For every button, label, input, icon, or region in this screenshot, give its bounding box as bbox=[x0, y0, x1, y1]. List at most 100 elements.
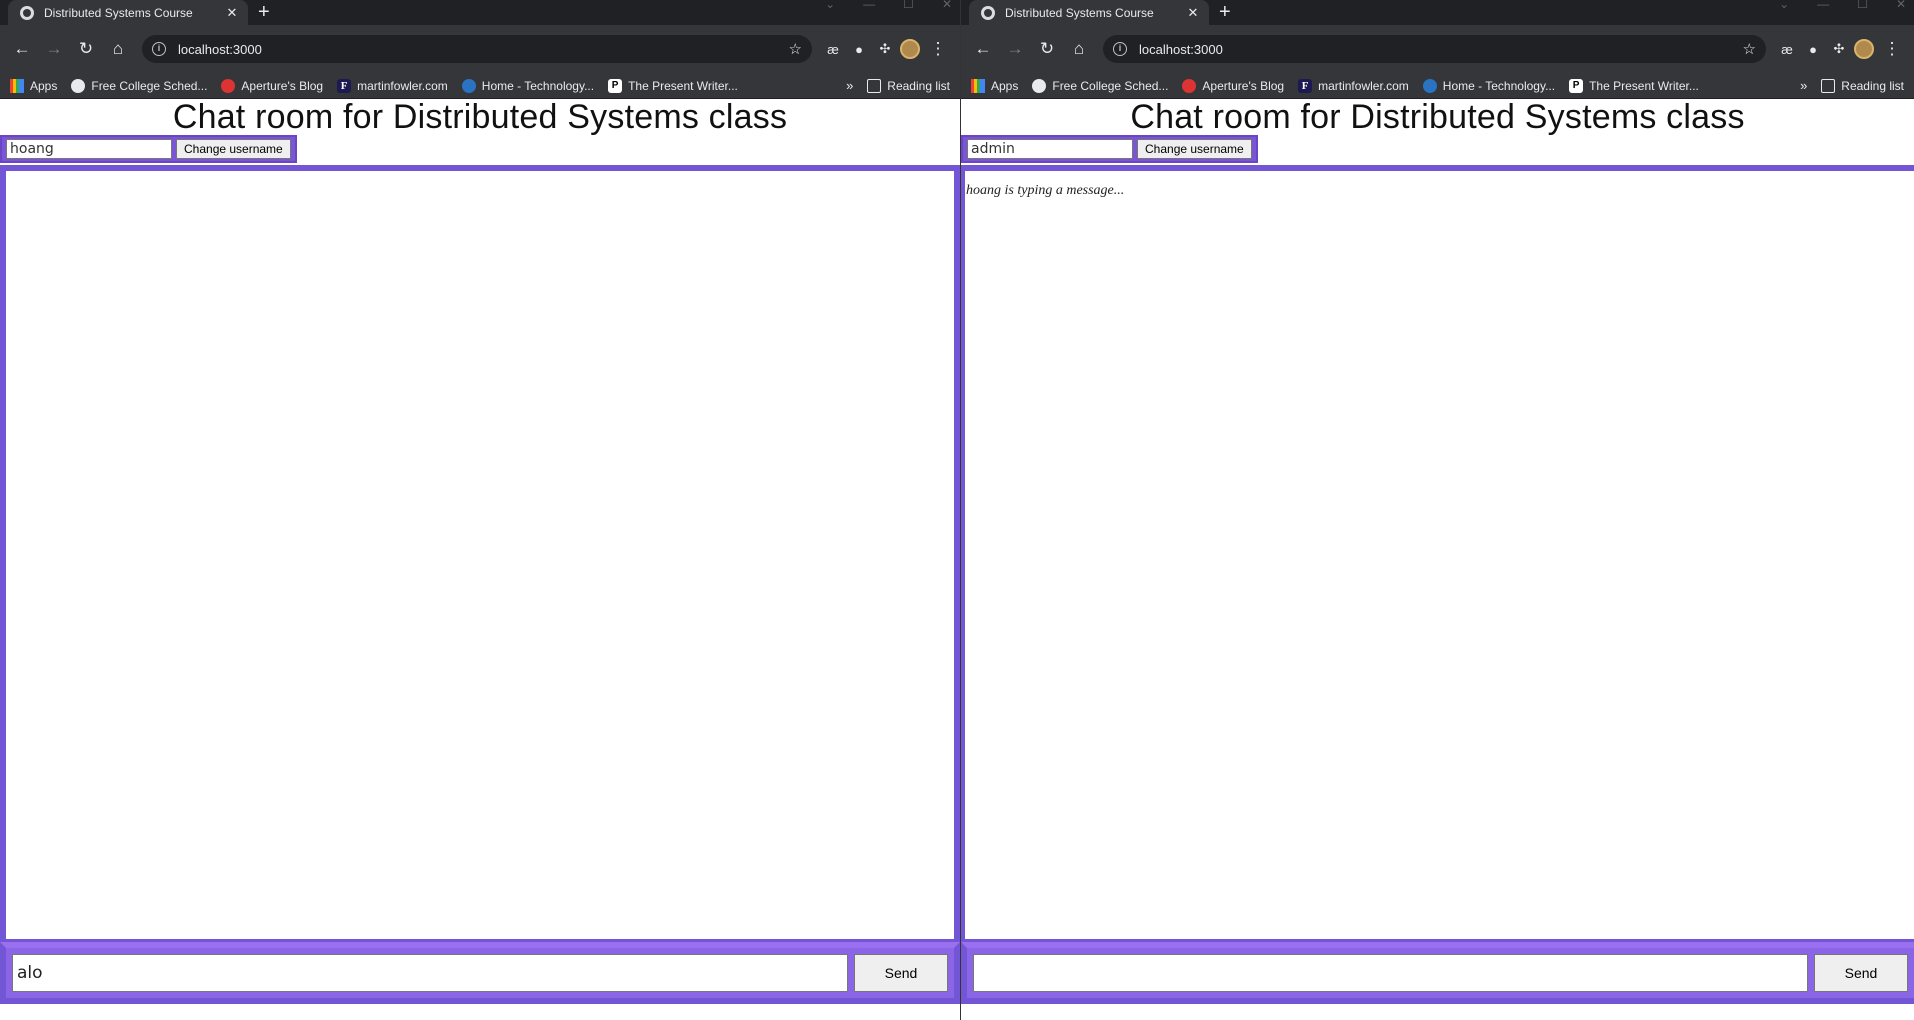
site-info-icon[interactable]: i bbox=[1113, 42, 1127, 56]
address-bar[interactable]: i localhost:3000 ☆ bbox=[1103, 35, 1766, 63]
username-input[interactable] bbox=[967, 139, 1133, 159]
globe-icon bbox=[981, 5, 995, 20]
star-icon[interactable]: ☆ bbox=[789, 40, 802, 58]
close-window-icon[interactable]: ✕ bbox=[1896, 0, 1906, 10]
message-input[interactable] bbox=[973, 954, 1808, 992]
typing-indicator: hoang is typing a message... bbox=[966, 183, 1125, 198]
bookmark-fowler[interactable]: Fmartinfowler.com bbox=[1298, 78, 1409, 93]
address-bar[interactable]: i localhost:3000 ☆ bbox=[142, 35, 812, 63]
fowler-f-icon: F bbox=[337, 78, 352, 93]
browser-tab[interactable]: Distributed Systems Course ✕ bbox=[8, 0, 248, 25]
browser-tab[interactable]: Distributed Systems Course ✕ bbox=[969, 0, 1209, 25]
bookmark-writer[interactable]: P The Present Writer... bbox=[608, 78, 738, 93]
change-username-button[interactable]: Change username bbox=[1137, 139, 1252, 159]
technology-icon bbox=[461, 78, 476, 93]
extension-cookie-icon[interactable]: ● bbox=[1802, 38, 1824, 60]
reload-icon[interactable]: ↻ bbox=[1033, 35, 1061, 63]
star-icon[interactable]: ☆ bbox=[1743, 40, 1756, 58]
username-bar: Change username bbox=[0, 135, 297, 163]
bookmark-apps[interactable]: Apps bbox=[971, 78, 1018, 93]
new-tab-button[interactable]: + bbox=[258, 1, 270, 23]
extension-ae-icon[interactable]: æ bbox=[1776, 38, 1798, 60]
chat-page: Chat room for Distributed Systems class … bbox=[0, 99, 960, 1020]
bookmark-apps[interactable]: Apps bbox=[10, 78, 57, 93]
send-button[interactable]: Send bbox=[1814, 954, 1908, 992]
minimize-icon[interactable]: — bbox=[1817, 0, 1829, 10]
technology-icon bbox=[1422, 78, 1437, 93]
bookmarks-bar: Apps Free College Sched... Aperture's Bl… bbox=[0, 73, 960, 99]
reading-list-button[interactable]: Reading list bbox=[867, 78, 950, 93]
profile-avatar[interactable] bbox=[900, 39, 920, 59]
bookmarks-overflow-button[interactable]: » bbox=[1800, 78, 1807, 93]
browser-toolbar: ← → ↻ ⌂ i localhost:3000 ☆ æ ● ✣ ⋮ bbox=[961, 25, 1914, 73]
aperture-icon bbox=[1182, 78, 1197, 93]
url-text: localhost:3000 bbox=[178, 41, 262, 57]
username-bar: Change username bbox=[961, 135, 1258, 163]
reading-list-icon bbox=[867, 78, 882, 93]
kebab-menu-icon[interactable]: ⋮ bbox=[924, 35, 952, 63]
chat-page: Chat room for Distributed Systems class … bbox=[961, 99, 1914, 1020]
bookmark-aperture[interactable]: Aperture's Blog bbox=[221, 78, 323, 93]
writer-p-icon: P bbox=[1569, 78, 1584, 93]
browser-window-left: Distributed Systems Course ✕ + ⌄ — ☐ ✕ ←… bbox=[0, 0, 960, 1020]
fowler-f-icon: F bbox=[1298, 78, 1313, 93]
window-controls: ⌄ — ☐ ✕ bbox=[825, 0, 952, 10]
apps-grid-icon bbox=[971, 78, 985, 93]
forward-icon[interactable]: → bbox=[40, 35, 68, 63]
home-icon[interactable]: ⌂ bbox=[104, 35, 132, 63]
back-icon[interactable]: ← bbox=[969, 35, 997, 63]
puzzle-icon[interactable]: ✣ bbox=[874, 38, 896, 60]
reading-list-icon bbox=[1821, 78, 1836, 93]
browser-toolbar: ← → ↻ ⌂ i localhost:3000 ☆ æ ● ✣ ⋮ bbox=[0, 25, 960, 73]
message-list[interactable] bbox=[0, 165, 960, 945]
window-controls: ⌄ — ☐ ✕ bbox=[1779, 0, 1906, 10]
extension-ae-icon[interactable]: æ bbox=[822, 38, 844, 60]
bookmark-college[interactable]: Free College Sched... bbox=[71, 78, 207, 93]
tab-search-icon[interactable]: ⌄ bbox=[825, 0, 835, 10]
tab-title: Distributed Systems Course bbox=[44, 5, 193, 20]
message-composer: Send bbox=[0, 942, 960, 1004]
bookmark-fowler[interactable]: Fmartinfowler.com bbox=[337, 78, 448, 93]
send-button[interactable]: Send bbox=[854, 954, 948, 992]
desktop: Distributed Systems Course ✕ + ⌄ — ☐ ✕ ←… bbox=[0, 0, 1914, 1020]
site-info-icon[interactable]: i bbox=[152, 42, 166, 56]
message-list[interactable]: hoang is typing a message... bbox=[961, 165, 1914, 945]
forward-icon[interactable]: → bbox=[1001, 35, 1029, 63]
tab-strip: Distributed Systems Course ✕ + ⌄ — ☐ ✕ bbox=[0, 0, 960, 25]
username-input[interactable] bbox=[6, 139, 172, 159]
bookmarks-overflow-button[interactable]: » bbox=[846, 78, 853, 93]
bookmark-college[interactable]: Free College Sched... bbox=[1032, 78, 1168, 93]
reload-icon[interactable]: ↻ bbox=[72, 35, 100, 63]
globe-icon bbox=[71, 78, 86, 93]
close-window-icon[interactable]: ✕ bbox=[942, 0, 952, 10]
url-text: localhost:3000 bbox=[1139, 41, 1223, 57]
bookmark-writer[interactable]: P The Present Writer... bbox=[1569, 78, 1699, 93]
extension-cookie-icon[interactable]: ● bbox=[848, 38, 870, 60]
apps-grid-icon bbox=[10, 78, 24, 93]
typing-indicator bbox=[6, 171, 954, 183]
tab-title: Distributed Systems Course bbox=[1005, 5, 1154, 20]
globe-icon bbox=[1032, 78, 1047, 93]
maximize-icon[interactable]: ☐ bbox=[1857, 0, 1868, 10]
back-icon[interactable]: ← bbox=[8, 35, 36, 63]
profile-avatar[interactable] bbox=[1854, 39, 1874, 59]
message-input[interactable] bbox=[12, 954, 848, 992]
change-username-button[interactable]: Change username bbox=[176, 139, 291, 159]
home-icon[interactable]: ⌂ bbox=[1065, 35, 1093, 63]
aperture-icon bbox=[221, 78, 236, 93]
close-tab-icon[interactable]: ✕ bbox=[224, 5, 240, 21]
tab-search-icon[interactable]: ⌄ bbox=[1779, 0, 1789, 10]
minimize-icon[interactable]: — bbox=[863, 0, 875, 10]
maximize-icon[interactable]: ☐ bbox=[903, 0, 914, 10]
reading-list-button[interactable]: Reading list bbox=[1821, 78, 1904, 93]
browser-window-right: Distributed Systems Course ✕ + ⌄ — ☐ ✕ ←… bbox=[960, 0, 1914, 1020]
bookmark-technology[interactable]: Home - Technology... bbox=[461, 78, 594, 93]
kebab-menu-icon[interactable]: ⋮ bbox=[1878, 35, 1906, 63]
bookmark-aperture[interactable]: Aperture's Blog bbox=[1182, 78, 1284, 93]
puzzle-icon[interactable]: ✣ bbox=[1828, 38, 1850, 60]
bookmarks-bar: Apps Free College Sched... Aperture's Bl… bbox=[961, 73, 1914, 99]
bookmark-technology[interactable]: Home - Technology... bbox=[1422, 78, 1555, 93]
page-title: Chat room for Distributed Systems class bbox=[1130, 98, 1745, 136]
close-tab-icon[interactable]: ✕ bbox=[1185, 5, 1201, 21]
new-tab-button[interactable]: + bbox=[1219, 1, 1231, 23]
